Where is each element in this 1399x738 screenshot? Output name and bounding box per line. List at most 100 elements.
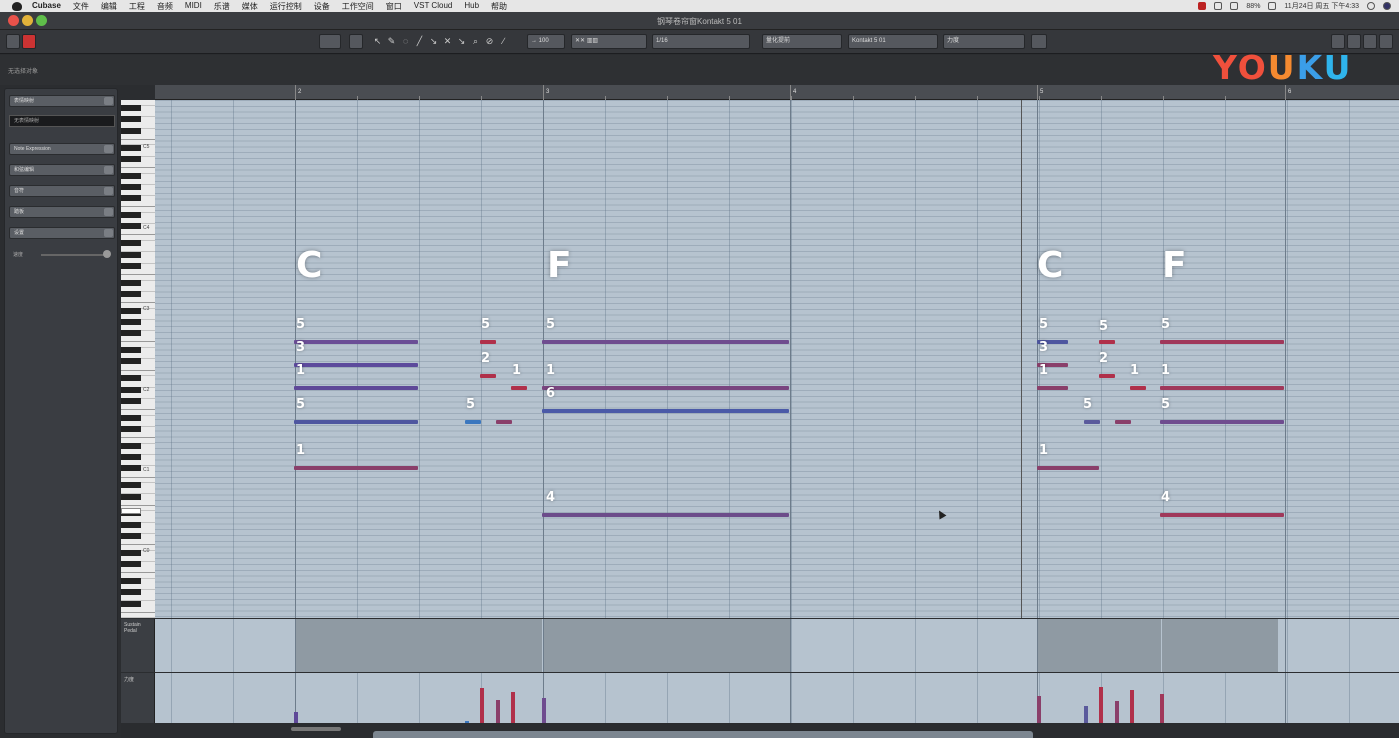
midi-note[interactable] (542, 513, 789, 517)
black-key[interactable] (121, 426, 141, 433)
menu-item[interactable]: 窗口 (380, 1, 408, 12)
midi-note[interactable] (1099, 340, 1115, 344)
velocity-bar[interactable] (511, 692, 515, 723)
wifi-icon[interactable] (1230, 2, 1239, 10)
sustain-event[interactable] (544, 619, 790, 672)
instrument-dropdown[interactable]: Kontakt 5 01 (848, 34, 938, 49)
menu-item[interactable]: Cubase (26, 1, 67, 12)
panel-toggle-button-3[interactable] (1363, 34, 1377, 49)
black-key[interactable] (121, 600, 141, 607)
velocity-bar[interactable] (1115, 700, 1119, 723)
black-key[interactable] (121, 330, 141, 337)
black-key[interactable] (121, 144, 141, 151)
glue-tool-icon[interactable]: ↘ (456, 35, 467, 47)
velocity-slider[interactable] (41, 254, 109, 256)
midi-note[interactable] (294, 466, 418, 470)
black-key[interactable] (121, 578, 141, 585)
velocity-bar[interactable] (1037, 695, 1041, 723)
time-warp-icon[interactable]: ∕ (498, 35, 509, 47)
midi-note[interactable] (480, 374, 496, 378)
erase-tool-icon[interactable]: ◌ (400, 35, 411, 47)
black-key[interactable] (121, 172, 141, 179)
velocity-bar[interactable] (542, 698, 546, 723)
settings-button[interactable] (1379, 34, 1393, 49)
midi-note[interactable] (511, 386, 527, 390)
piano-keyboard[interactable]: C5 C4 C3 C2 C1 C0 (121, 100, 155, 618)
sustain-pedal-lane[interactable] (155, 619, 1399, 672)
timeline-ruler[interactable]: 2 3 4 5 6 (155, 85, 1399, 100)
black-key[interactable] (121, 307, 141, 314)
velocity-slider-knob[interactable] (103, 250, 111, 258)
midi-note[interactable] (542, 386, 789, 390)
black-key[interactable] (121, 223, 141, 230)
black-key[interactable] (121, 549, 141, 556)
black-key[interactable] (121, 533, 141, 539)
midi-note[interactable] (1130, 386, 1146, 390)
midi-note[interactable] (1160, 513, 1284, 517)
menu-item[interactable]: 乐谱 (208, 1, 236, 12)
inspector-expression-map[interactable]: 表情映射 (9, 95, 115, 107)
menu-item[interactable]: 运行控制 (264, 1, 308, 12)
menu-item[interactable]: Hub (458, 1, 485, 12)
inspector-settings[interactable]: 设置 (9, 227, 115, 239)
black-key[interactable] (121, 493, 141, 500)
midi-note[interactable] (294, 386, 418, 390)
velocity-bar[interactable] (1130, 690, 1134, 723)
draw-tool-icon[interactable]: ✎ (386, 35, 397, 47)
black-key[interactable] (121, 279, 141, 286)
mute-tool-icon[interactable]: ⊘ (484, 35, 495, 47)
record-button[interactable] (22, 34, 36, 49)
midi-note[interactable] (480, 340, 496, 344)
midi-note[interactable] (1037, 386, 1068, 390)
panel-toggle-button-2[interactable] (1347, 34, 1361, 49)
black-key[interactable] (121, 561, 141, 568)
menu-item[interactable]: VST Cloud (408, 1, 459, 12)
black-key[interactable] (121, 290, 141, 297)
black-key[interactable] (121, 454, 141, 461)
horizontal-scrollbar[interactable] (291, 727, 341, 731)
velocity-bar[interactable] (1084, 706, 1088, 723)
user-icon[interactable] (1383, 2, 1391, 10)
midi-note[interactable] (465, 420, 481, 424)
inspector-notes[interactable]: 音符 (9, 185, 115, 197)
black-key[interactable] (121, 127, 141, 134)
window-layout-button[interactable] (1031, 34, 1047, 49)
search-icon[interactable] (1367, 2, 1375, 10)
sustain-event[interactable] (295, 619, 542, 672)
battery-icon[interactable] (1268, 2, 1277, 10)
note-grid[interactable]: 5 3 1 5 1 5 2 1 5 5 1 6 4 5 3 1 1 5 2 1 5 5 1 5 4 C F C F (155, 100, 1399, 618)
black-key[interactable] (121, 251, 141, 258)
velocity-lane[interactable] (155, 673, 1399, 723)
select-tool-icon[interactable]: ↖ (372, 35, 383, 47)
midi-note[interactable] (294, 363, 418, 367)
black-key[interactable] (121, 386, 141, 393)
menu-item[interactable]: 工程 (123, 1, 151, 12)
split-tool-icon[interactable]: ✕ (442, 35, 453, 47)
black-key[interactable] (121, 262, 141, 269)
sync-icon[interactable] (1214, 2, 1223, 10)
menu-item[interactable]: 编辑 (95, 1, 123, 12)
midi-note[interactable] (1099, 374, 1115, 378)
zoom-tool-icon[interactable]: ⌕ (470, 35, 481, 47)
midi-note[interactable] (294, 340, 418, 344)
black-key[interactable] (121, 589, 141, 596)
sustain-event[interactable] (1162, 619, 1278, 672)
inspector-chord-editing[interactable]: 和弦编辑 (9, 164, 115, 176)
inspector-note-expression[interactable]: Note Expression (9, 143, 115, 155)
inspector-pedal[interactable]: 踏板 (9, 206, 115, 218)
record-status-icon[interactable] (1198, 2, 1207, 10)
auto-scroll-button[interactable] (319, 34, 341, 49)
midi-note[interactable] (1160, 340, 1284, 344)
menu-item[interactable]: 工作空间 (336, 1, 380, 12)
black-key[interactable] (121, 116, 141, 123)
black-key[interactable] (121, 482, 141, 489)
edit-mode-dropdown[interactable]: → 100 (527, 34, 565, 49)
black-key[interactable] (121, 183, 141, 190)
midi-note[interactable] (1160, 420, 1284, 424)
black-key[interactable] (121, 240, 141, 247)
black-key[interactable] (121, 397, 141, 404)
menu-item[interactable]: 音频 (151, 1, 179, 12)
black-key[interactable] (121, 442, 141, 449)
midi-note[interactable] (542, 340, 789, 344)
midi-note[interactable] (1037, 466, 1099, 470)
